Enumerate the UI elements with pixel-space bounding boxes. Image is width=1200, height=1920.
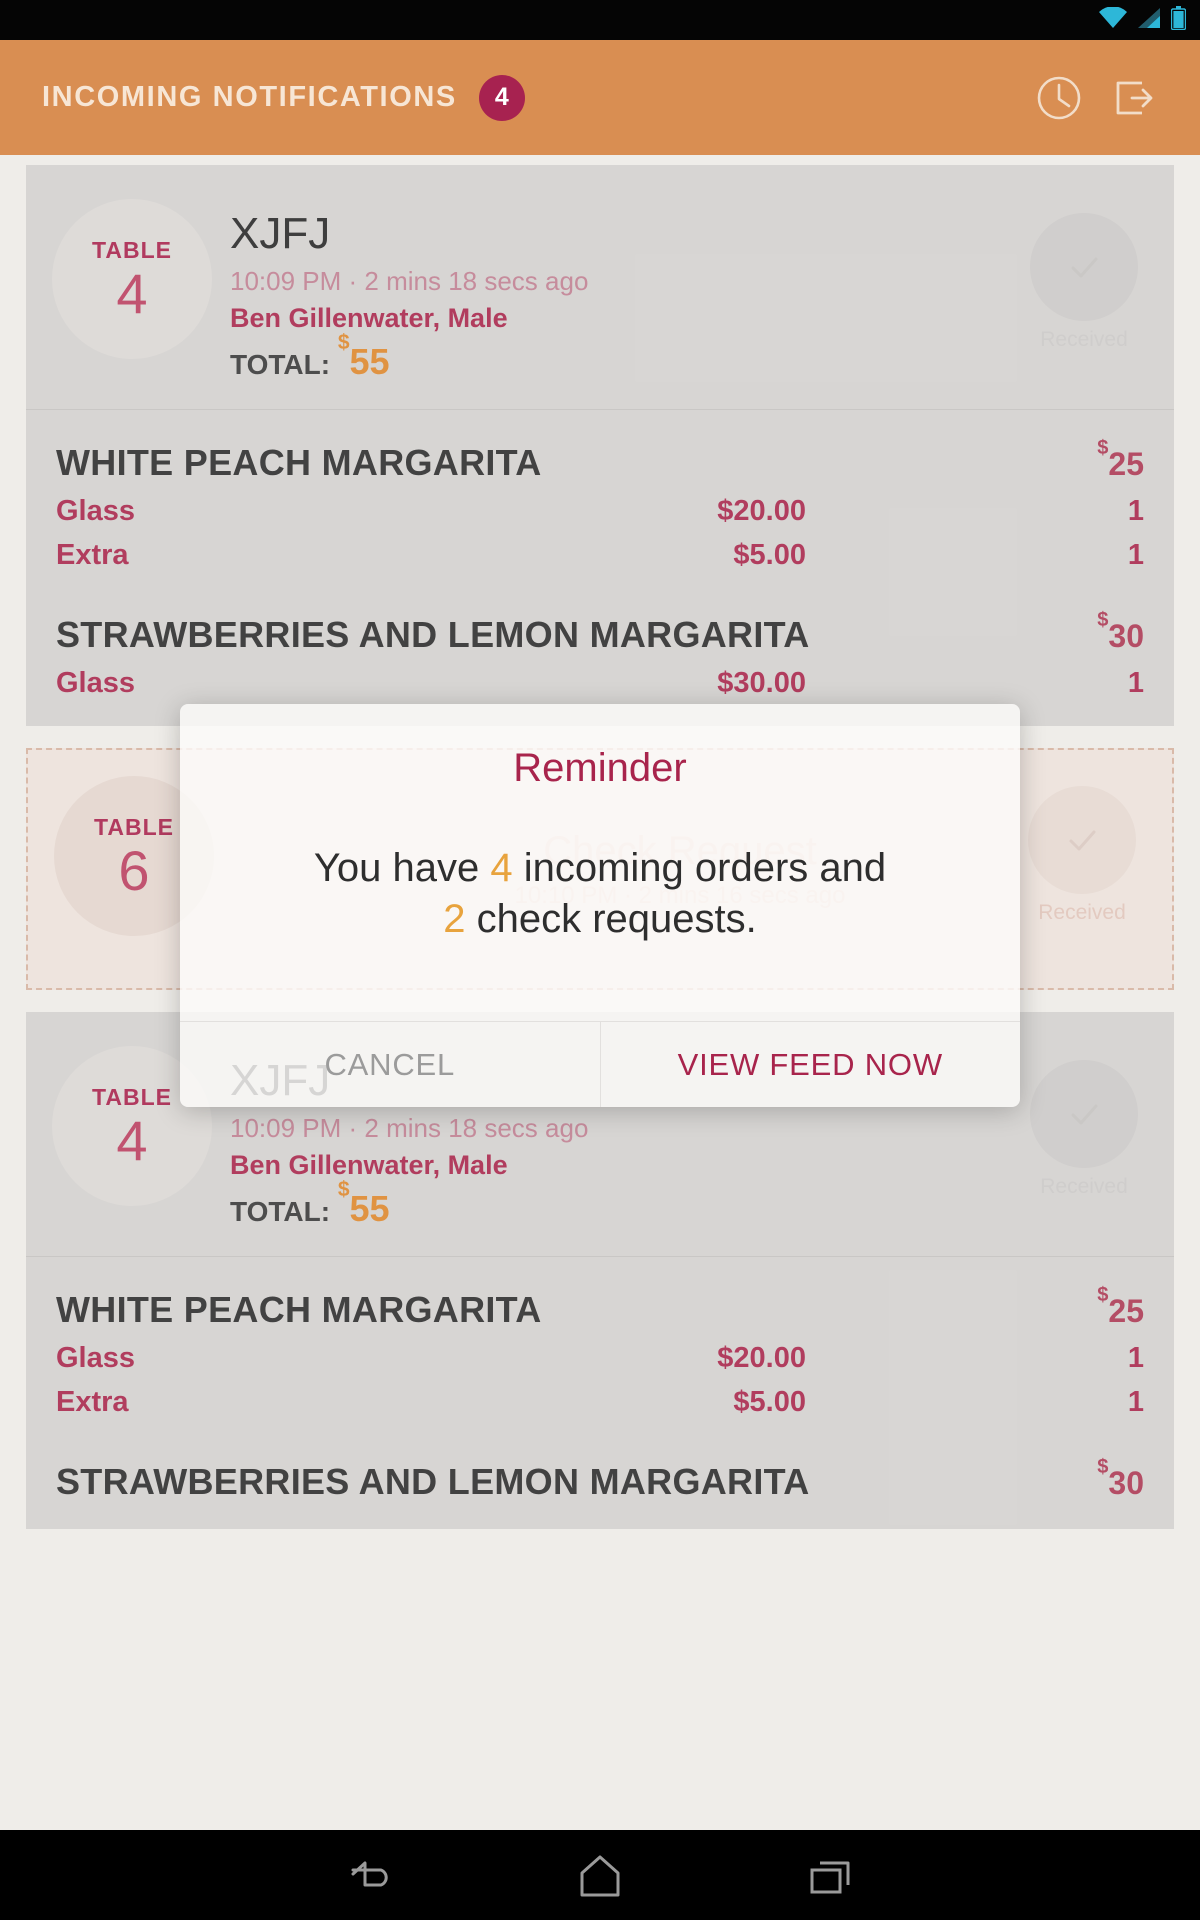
dialog-orders-count: 4: [490, 846, 513, 890]
dialog-message-part3: check requests.: [465, 897, 757, 942]
dialog-checks-count: 2: [443, 897, 466, 942]
reminder-dialog: Reminder You have 4 incoming orders and …: [180, 704, 1020, 1107]
home-button[interactable]: [560, 1835, 640, 1915]
dialog-message-part1: You have: [313, 846, 491, 890]
dialog-message-part2: incoming orders and: [512, 846, 887, 890]
dialog-title: Reminder: [513, 746, 687, 790]
recents-button[interactable]: [790, 1835, 870, 1915]
back-button[interactable]: [330, 1835, 410, 1915]
android-navigation-bar: [0, 1830, 1200, 1920]
view-feed-now-button[interactable]: VIEW FEED NOW: [601, 1022, 1021, 1107]
dialog-message: You have 4 incoming orders and 2 check r…: [180, 791, 1020, 1021]
dialog-actions: CANCEL VIEW FEED NOW: [180, 1021, 1020, 1107]
cancel-button[interactable]: CANCEL: [180, 1022, 601, 1107]
